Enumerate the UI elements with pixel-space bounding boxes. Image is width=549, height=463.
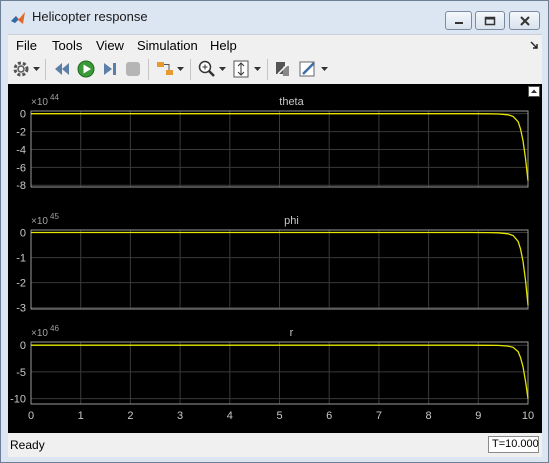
simulation-time: T=10.000	[488, 436, 539, 453]
gear-dropdown-icon[interactable]	[33, 67, 40, 72]
exponent-value: 46	[50, 324, 59, 333]
toolbar-separator	[148, 59, 149, 80]
plot-title: phi	[284, 215, 299, 227]
y-tick-label: -10	[10, 394, 26, 406]
highlight-icon[interactable]	[273, 59, 293, 79]
plot-title: r	[290, 327, 294, 339]
y-tick-label: 0	[20, 340, 26, 352]
autoscale-icon[interactable]	[231, 59, 251, 79]
status-bar: Ready T=10.000	[8, 433, 542, 457]
x-tick-label: 2	[127, 410, 133, 422]
scope-axes-theta: 0 -2 -4 -6 -8 theta ×10 44	[16, 93, 529, 192]
step-back-icon[interactable]	[52, 59, 72, 79]
menu-help[interactable]: Help	[210, 38, 237, 53]
x-tick-label: 5	[276, 410, 282, 422]
x-tick-label: 8	[426, 410, 432, 422]
autoscale-dropdown-icon[interactable]	[254, 67, 261, 72]
y-tick-label: -6	[16, 162, 26, 174]
style-dropdown-icon[interactable]	[321, 67, 328, 72]
maximize-icon	[484, 16, 496, 25]
plot-title: theta	[279, 96, 304, 108]
menu-bar: File Tools View Simulation Help	[8, 34, 542, 56]
zoom-icon[interactable]	[197, 59, 217, 79]
toolbar	[8, 55, 542, 85]
zoom-dropdown-icon[interactable]	[219, 67, 226, 72]
title-bar[interactable]: Helicopter response	[1, 1, 548, 34]
signal-selector-icon[interactable]	[155, 59, 175, 79]
exponent-label: ×10	[31, 97, 48, 108]
menu-view[interactable]: View	[96, 38, 124, 53]
x-tick-label: 0	[28, 410, 34, 422]
undock-icon[interactable]	[528, 86, 540, 97]
run-icon[interactable]	[76, 59, 96, 79]
x-tick-label: 9	[475, 410, 481, 422]
exponent-value: 45	[50, 212, 59, 221]
y-tick-label: -5	[16, 367, 26, 379]
toolbar-separator	[267, 59, 268, 80]
exponent-label: ×10	[31, 328, 48, 339]
menu-tools[interactable]: Tools	[52, 38, 82, 53]
x-tick-label: 1	[78, 410, 84, 422]
style-icon[interactable]	[298, 59, 318, 79]
maximize-button[interactable]	[475, 11, 505, 30]
x-tick-label: 6	[326, 410, 332, 422]
x-tick-label: 3	[177, 410, 183, 422]
scope-axes-phi: 0 -1 -2 -3 phi ×10 45	[16, 212, 529, 315]
exponent-label: ×10	[31, 216, 48, 227]
signal-dropdown-icon[interactable]	[177, 67, 184, 72]
toolbar-separator	[190, 59, 191, 80]
matlab-logo-icon	[11, 12, 25, 24]
minimize-icon	[454, 21, 463, 24]
window-title: Helicopter response	[32, 9, 148, 24]
status-text: Ready	[10, 438, 45, 452]
y-tick-label: -3	[16, 303, 26, 315]
y-tick-label: -2	[16, 278, 26, 290]
x-tick-label: 4	[227, 410, 233, 422]
scope-plot-area: 0 -2 -4 -6 -8 theta ×10 44 0 -1 -2 -3 phi ×10 45 0 -5 -10…	[8, 84, 542, 433]
exponent-value: 44	[50, 93, 59, 102]
dock-arrow-icon[interactable]	[530, 41, 538, 49]
menu-simulation[interactable]: Simulation	[137, 38, 198, 53]
close-icon	[519, 15, 530, 26]
x-tick-label: 10	[522, 410, 534, 422]
scope-window: Helicopter response File Tools View Simu…	[0, 0, 549, 463]
stop-icon[interactable]	[123, 59, 143, 79]
scope-axes-r: 0 -5 -10 r ×10 46 0 1 2 3 4 5 6 7 8 9 10	[10, 324, 534, 422]
y-tick-label: -1	[16, 253, 26, 265]
minimize-button[interactable]	[445, 11, 472, 30]
menu-file[interactable]: File	[16, 38, 37, 53]
scope-plots-svg: 0-2-4-6-8theta×10 440-1-2-3phi×10 450-5-10…	[10, 93, 534, 422]
y-tick-label: 0	[20, 228, 26, 240]
gear-icon[interactable]	[11, 59, 31, 79]
toolbar-separator	[45, 59, 46, 80]
y-tick-label: -2	[16, 127, 26, 139]
y-tick-label: -8	[16, 180, 26, 192]
step-forward-icon[interactable]	[100, 59, 120, 79]
x-tick-label: 7	[376, 410, 382, 422]
y-tick-label: 0	[20, 109, 26, 121]
close-button[interactable]	[509, 11, 540, 30]
y-tick-label: -4	[16, 144, 26, 156]
